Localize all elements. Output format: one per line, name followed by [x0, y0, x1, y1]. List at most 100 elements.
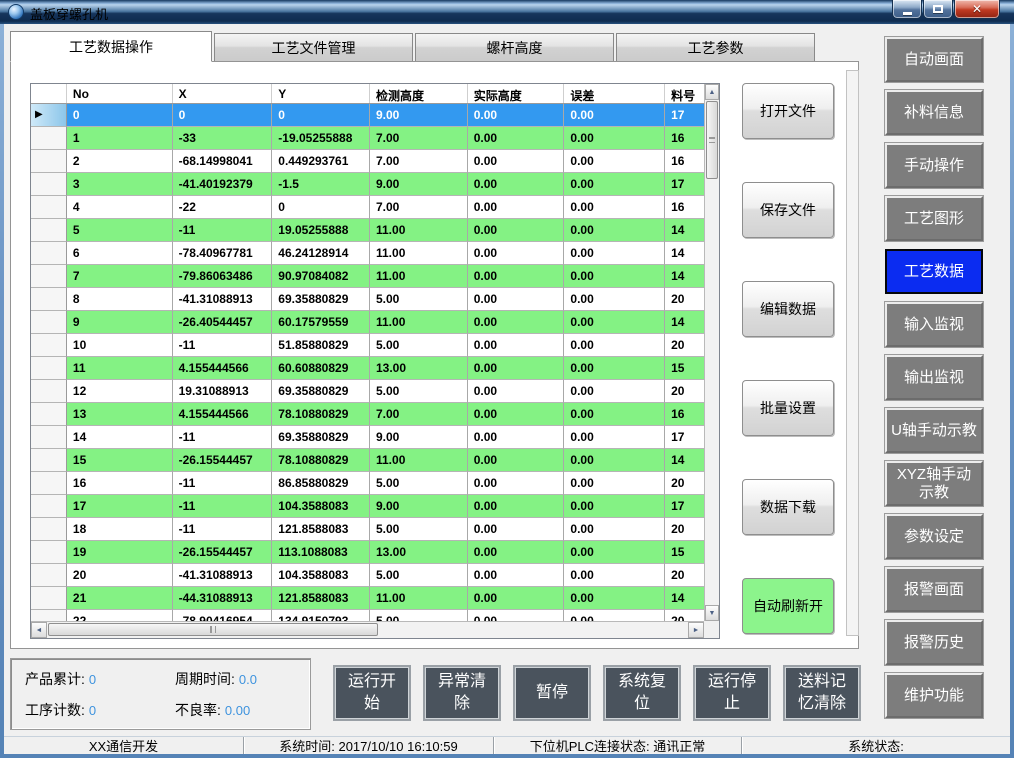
table-cell[interactable]: 19: [67, 541, 173, 564]
table-cell[interactable]: 113.1088083: [272, 541, 370, 564]
table-cell[interactable]: 0: [67, 104, 173, 127]
open-file-button[interactable]: 打开文件: [742, 83, 834, 139]
page-scrollbar[interactable]: [846, 70, 859, 636]
tab-process-file-management[interactable]: 工艺文件管理: [214, 33, 413, 61]
column-header[interactable]: 检测高度: [370, 84, 468, 103]
batch-set-button[interactable]: 批量设置: [742, 380, 834, 436]
table-row[interactable]: 3-41.40192379-1.59.000.000.0017: [31, 173, 704, 196]
table-cell[interactable]: 78.10880829: [272, 449, 370, 472]
row-header-cell[interactable]: [31, 265, 67, 288]
table-cell[interactable]: 0.00: [468, 242, 565, 265]
table-row[interactable]: 2-68.149980410.4492937617.000.000.0016: [31, 150, 704, 173]
table-cell[interactable]: 4.155444566: [173, 403, 273, 426]
table-cell[interactable]: 0.00: [564, 587, 665, 610]
column-header[interactable]: Y: [272, 84, 370, 103]
table-cell[interactable]: 13.00: [370, 357, 468, 380]
table-cell[interactable]: 0.00: [468, 541, 565, 564]
table-row[interactable]: 8-41.3108891369.358808295.000.000.0020: [31, 288, 704, 311]
table-cell[interactable]: -41.40192379: [173, 173, 273, 196]
table-cell[interactable]: 7.00: [370, 196, 468, 219]
table-cell[interactable]: 11.00: [370, 242, 468, 265]
table-cell[interactable]: 121.8588083: [272, 518, 370, 541]
table-cell[interactable]: -1.5: [272, 173, 370, 196]
table-cell[interactable]: 7.00: [370, 150, 468, 173]
table-cell[interactable]: -26.15544457: [173, 541, 273, 564]
sidebar-item-auto-screen[interactable]: 自动画面: [885, 37, 983, 82]
table-cell[interactable]: 16: [665, 196, 704, 219]
tab-screw-height[interactable]: 螺杆高度: [415, 33, 614, 61]
table-cell[interactable]: 21: [67, 587, 173, 610]
table-cell[interactable]: -26.40544457: [173, 311, 273, 334]
table-cell[interactable]: 9.00: [370, 495, 468, 518]
table-cell[interactable]: 14: [665, 311, 704, 334]
table-cell[interactable]: 0.00: [564, 242, 665, 265]
table-cell[interactable]: 5.00: [370, 518, 468, 541]
row-header-cell[interactable]: [31, 334, 67, 357]
table-cell[interactable]: 0.00: [564, 564, 665, 587]
table-row[interactable]: 21-44.31088913121.858808311.000.000.0014: [31, 587, 704, 610]
table-cell[interactable]: -19.05255888: [272, 127, 370, 150]
table-cell[interactable]: 11: [67, 357, 173, 380]
table-cell[interactable]: 0.00: [468, 311, 565, 334]
table-cell[interactable]: 0.00: [468, 196, 565, 219]
row-header-cell[interactable]: [31, 288, 67, 311]
run-stop-button[interactable]: 运行停止: [693, 665, 771, 721]
maximize-button[interactable]: [923, 0, 953, 19]
table-cell[interactable]: 7.00: [370, 403, 468, 426]
row-header-cell[interactable]: [31, 196, 67, 219]
row-header-cell[interactable]: [31, 357, 67, 380]
table-cell[interactable]: 14: [665, 265, 704, 288]
table-cell[interactable]: 5.00: [370, 288, 468, 311]
table-cell[interactable]: -26.15544457: [173, 449, 273, 472]
table-cell[interactable]: 69.35880829: [272, 380, 370, 403]
table-cell[interactable]: 0.00: [564, 150, 665, 173]
sidebar-item-maintenance[interactable]: 维护功能: [885, 673, 983, 718]
table-cell[interactable]: 11.00: [370, 265, 468, 288]
sidebar-item-output-monitor[interactable]: 输出监视: [885, 355, 983, 400]
scroll-down-icon[interactable]: ▼: [705, 605, 719, 621]
table-row[interactable]: 4-2207.000.000.0016: [31, 196, 704, 219]
table-cell[interactable]: 121.8588083: [272, 587, 370, 610]
table-cell[interactable]: 134.9150793: [272, 610, 370, 621]
table-cell[interactable]: 19.05255888: [272, 219, 370, 242]
table-cell[interactable]: 7: [67, 265, 173, 288]
table-row[interactable]: 134.15544456678.108808297.000.000.0016: [31, 403, 704, 426]
row-header-cell[interactable]: [31, 380, 67, 403]
table-cell[interactable]: 0.00: [564, 403, 665, 426]
table-cell[interactable]: 16: [665, 403, 704, 426]
sidebar-item-refill-info[interactable]: 补料信息: [885, 90, 983, 135]
table-cell[interactable]: -22: [173, 196, 273, 219]
table-row[interactable]: 15-26.1554445778.1088082911.000.000.0014: [31, 449, 704, 472]
vertical-scrollbar[interactable]: ▲ ▼: [704, 84, 719, 621]
close-button[interactable]: ✕: [954, 0, 1000, 19]
table-cell[interactable]: 0.00: [564, 127, 665, 150]
table-cell[interactable]: 16: [67, 472, 173, 495]
table-cell[interactable]: 9.00: [370, 173, 468, 196]
table-cell[interactable]: 5: [67, 219, 173, 242]
table-row[interactable]: 18-11121.85880835.000.000.0020: [31, 518, 704, 541]
sidebar-item-alarm-history[interactable]: 报警历史: [885, 620, 983, 665]
table-row[interactable]: 17-11104.35880839.000.000.0017: [31, 495, 704, 518]
table-cell[interactable]: 14: [665, 449, 704, 472]
table-cell[interactable]: 4: [67, 196, 173, 219]
table-cell[interactable]: 0.00: [564, 518, 665, 541]
table-row[interactable]: 6-78.4096778146.2412891411.000.000.0014: [31, 242, 704, 265]
table-cell[interactable]: 11.00: [370, 311, 468, 334]
row-header-cell[interactable]: [31, 219, 67, 242]
table-cell[interactable]: 8: [67, 288, 173, 311]
table-row[interactable]: 5-1119.0525588811.000.000.0014: [31, 219, 704, 242]
table-cell[interactable]: 5.00: [370, 472, 468, 495]
scroll-left-icon[interactable]: ◄: [31, 622, 47, 638]
table-cell[interactable]: 9: [67, 311, 173, 334]
table-cell[interactable]: 14: [67, 426, 173, 449]
table-cell[interactable]: 11.00: [370, 449, 468, 472]
table-cell[interactable]: 0.00: [468, 150, 565, 173]
table-cell[interactable]: 46.24128914: [272, 242, 370, 265]
table-cell[interactable]: 0.00: [564, 196, 665, 219]
table-cell[interactable]: 90.97084082: [272, 265, 370, 288]
table-cell[interactable]: 0.00: [468, 426, 565, 449]
table-cell[interactable]: 15: [665, 541, 704, 564]
column-header[interactable]: X: [173, 84, 273, 103]
table-cell[interactable]: 0.00: [468, 104, 565, 127]
table-cell[interactable]: 0.00: [468, 265, 565, 288]
